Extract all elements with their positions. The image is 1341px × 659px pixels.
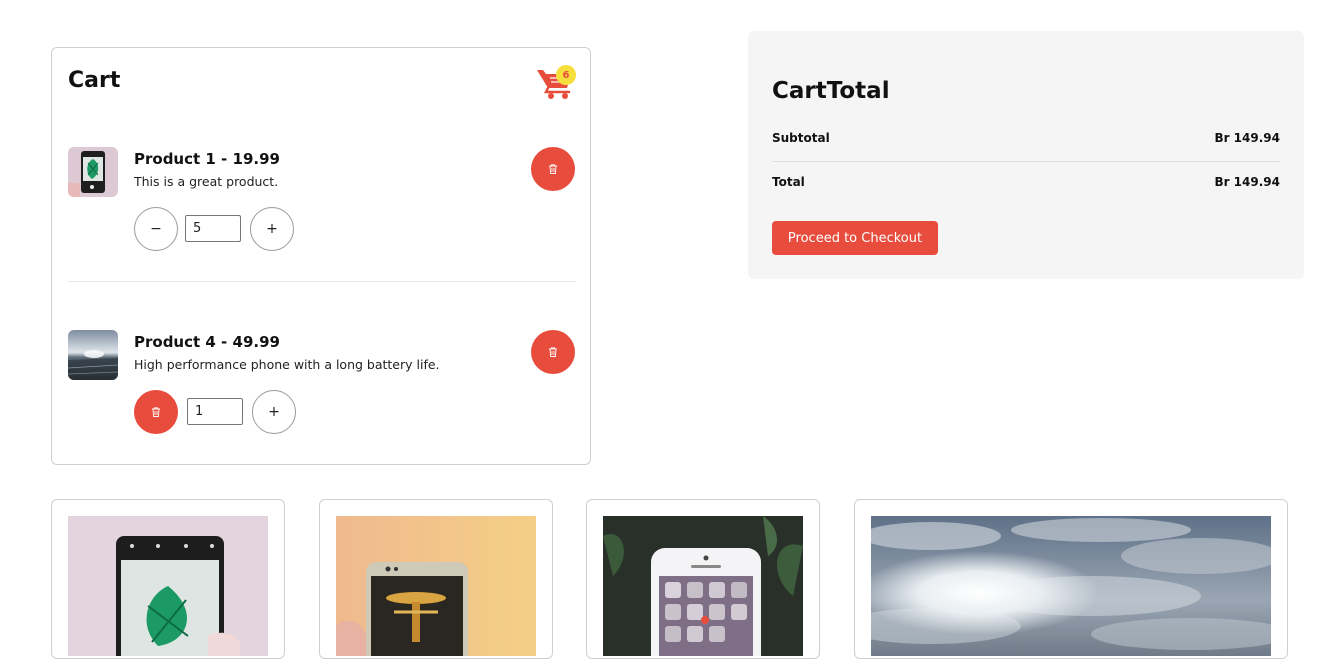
total-row: Total Br 149.94 xyxy=(772,175,1280,189)
product-1-thumbnail xyxy=(68,147,118,197)
cart-item-name: Product 4 - 49.99 xyxy=(134,333,280,351)
remove-item-button[interactable] xyxy=(531,330,575,374)
product-image xyxy=(336,516,536,656)
product-image xyxy=(68,516,268,656)
product-card[interactable] xyxy=(854,499,1288,659)
trash-icon xyxy=(152,407,160,417)
product-card[interactable] xyxy=(586,499,820,659)
quantity-input[interactable] xyxy=(185,215,241,242)
subtotal-row: Subtotal Br 149.94 xyxy=(772,131,1280,145)
product-card[interactable] xyxy=(51,499,285,659)
decrease-quantity-button[interactable]: − xyxy=(134,207,178,251)
product-4-thumbnail xyxy=(68,330,118,380)
total-divider xyxy=(772,161,1280,162)
proceed-to-checkout-button[interactable]: Proceed to Checkout xyxy=(772,221,938,255)
trash-icon xyxy=(549,347,557,357)
product-card[interactable] xyxy=(319,499,553,659)
product-image xyxy=(603,516,803,656)
trash-icon xyxy=(549,164,557,174)
cart-item-name: Product 1 - 19.99 xyxy=(134,150,280,168)
cart-count-badge: 6 xyxy=(556,65,576,85)
product-image xyxy=(871,516,1271,656)
total-value: Br 149.94 xyxy=(1214,175,1280,189)
cart-panel: Cart 6 Product 1 - 19.99 This is a great… xyxy=(51,47,591,465)
subtotal-label: Subtotal xyxy=(772,131,830,145)
cart-total-panel: CartTotal Subtotal Br 149.94 Total Br 14… xyxy=(748,31,1304,279)
cart-total-title: CartTotal xyxy=(772,78,890,104)
increase-quantity-button[interactable]: + xyxy=(252,390,296,434)
cart-item-description: High performance phone with a long batte… xyxy=(134,357,440,372)
item-divider xyxy=(68,281,576,282)
cart-title: Cart xyxy=(68,68,121,93)
subtotal-value: Br 149.94 xyxy=(1214,131,1280,145)
total-label: Total xyxy=(772,175,805,189)
cart-button[interactable]: 6 xyxy=(536,65,576,101)
remove-item-button[interactable] xyxy=(531,147,575,191)
remove-item-quantity-button[interactable] xyxy=(134,390,178,434)
quantity-input[interactable] xyxy=(187,398,243,425)
increase-quantity-button[interactable]: + xyxy=(250,207,294,251)
cart-item-description: This is a great product. xyxy=(134,174,279,189)
